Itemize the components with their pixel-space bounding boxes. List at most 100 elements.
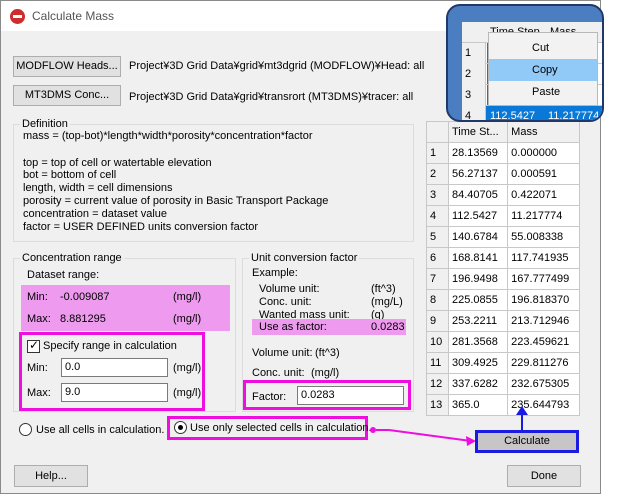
table-row[interactable]: 10 281.3568 223.459621 [426,331,580,353]
dataset-max-label: Max: [27,313,51,325]
row-number[interactable]: 7 [426,268,449,290]
time-cell[interactable]: 309.4925 [447,352,509,374]
table-row[interactable]: 8 225.0855 196.818370 [426,289,580,311]
time-cell[interactable]: 84.40705 [447,184,509,206]
row-number[interactable]: 8 [426,289,449,311]
conc-unit-label: Conc. unit: [252,367,305,379]
row-number[interactable]: 1 [426,142,449,164]
mass-cell[interactable]: 55.008338 [507,226,580,248]
max-input[interactable]: 9.0 [61,383,168,402]
time-cell[interactable]: 253.2211 [447,310,509,332]
table-row[interactable]: 13 365.0 235.644793 [426,394,580,416]
max-input-unit: (mg/l) [173,387,202,399]
context-menu: Cut Copy Paste [488,32,598,106]
table-row[interactable]: 1 28.13569 0.000000 [426,142,580,164]
mt3dms-conc-button[interactable]: MT3DMS Conc... [13,85,121,106]
row-number[interactable]: 9 [426,310,449,332]
time-cell[interactable]: 168.8141 [447,247,509,269]
row-number[interactable]: 13 [426,394,449,416]
time-cell[interactable]: 337.6282 [447,373,509,395]
factor-input[interactable]: 0.0283 [297,386,404,405]
row-number[interactable]: 10 [426,331,449,353]
row-number[interactable]: 4 [426,205,449,227]
dataset-min-unit: (mg/l) [173,291,202,303]
col-header-time[interactable]: Time St... [447,121,509,143]
results-table[interactable]: Time St... Mass 1 28.13569 0.000000 2 56.27… [426,121,580,416]
help-button[interactable]: Help... [14,465,88,487]
dataset-max-unit: (mg/l) [173,313,202,325]
time-cell[interactable]: 365.0 [447,394,509,416]
mass-cell[interactable]: 196.818370 [507,289,580,311]
time-cell[interactable]: 196.9498 [447,268,509,290]
row-number[interactable]: 12 [426,373,449,395]
modflow-path: Project¥3D Grid Data¥grid¥mt3dgrid (MODF… [129,60,425,72]
mass-cell[interactable]: 0.422071 [507,184,580,206]
mass-cell[interactable]: 0.000000 [507,142,580,164]
table-row[interactable]: 4 112.5427 11.217774 [426,205,580,227]
example-conc-unit-label: Conc. unit: [259,296,312,308]
time-cell[interactable]: 56.27137 [447,163,509,185]
row-number[interactable]: 3 [426,184,449,206]
menu-item-copy[interactable]: Copy [489,59,597,81]
all-cells-radio[interactable] [19,423,32,436]
table-row[interactable]: 2 56.27137 0.000591 [426,163,580,185]
mass-cell[interactable]: 167.777499 [507,268,580,290]
mass-cell[interactable]: 117.741935 [507,247,580,269]
example-volume-unit-value: (ft^3) [371,283,396,295]
definition-line: porosity = current value of porosity in … [23,195,329,207]
time-cell[interactable]: 28.13569 [447,142,509,164]
arrow-line [388,429,472,442]
mass-cell[interactable]: 0.000591 [507,163,580,185]
modflow-heads-button[interactable]: MODFLOW Heads... [13,56,121,77]
mass-cell[interactable]: 232.675305 [507,373,580,395]
factor-label: Factor: [252,391,287,403]
dataset-min-label: Min: [27,291,48,303]
concentration-range-title: Concentration range [20,252,124,264]
table-row[interactable]: 7 196.9498 167.777499 [426,268,580,290]
selected-cells-radio[interactable] [174,421,187,434]
mass-cell[interactable]: 223.459621 [507,331,580,353]
table-row[interactable]: 3 84.40705 0.422071 [426,184,580,206]
volume-unit-value: (ft^3) [315,347,340,359]
row-number[interactable]: 6 [426,247,449,269]
menu-item-cut[interactable]: Cut [489,37,597,59]
context-menu-callout: Time Step Mass 1 2 2 56 3 84 4 112.5427 … [446,4,604,122]
table-row[interactable]: 6 168.8141 117.741935 [426,247,580,269]
use-factor-value: 0.0283 [371,321,405,333]
time-cell[interactable]: 112.5427 [447,205,509,227]
row-number[interactable]: 2 [426,163,449,185]
all-cells-label: Use all cells in calculation. [36,424,165,436]
table-row[interactable]: 9 253.2211 213.712946 [426,310,580,332]
definition-line: bot = bottom of cell [23,169,117,181]
table-row[interactable]: 11 309.4925 229.811276 [426,352,580,374]
table-row[interactable]: 12 337.6282 232.675305 [426,373,580,395]
menu-item-paste[interactable]: Paste [489,81,597,103]
done-button[interactable]: Done [507,465,581,487]
calculate-button[interactable]: Calculate [475,430,579,453]
table-header-row: Time St... Mass [426,121,580,143]
mass-cell[interactable]: 229.811276 [507,352,580,374]
mass-cell[interactable]: 11.217774 [507,205,580,227]
table-row[interactable]: 5 140.6784 55.008338 [426,226,580,248]
mass-cell[interactable]: 213.712946 [507,310,580,332]
time-cell[interactable]: 281.3568 [447,331,509,353]
row-number[interactable]: 11 [426,352,449,374]
callout-mass-cell: 11.217774 [548,110,600,122]
callout-row-number: 2 [462,64,486,85]
mt3dms-path: Project¥3D Grid Data¥grid¥transrort (MT3… [129,91,414,103]
row-number[interactable]: 5 [426,226,449,248]
window-title: Calculate Mass [32,9,115,23]
max-input-label: Max: [27,387,51,399]
definition-line: factor = USER DEFINED units conversion f… [23,221,259,233]
min-input[interactable]: 0.0 [61,358,168,377]
definition-line: top = top of cell or watertable elevatio… [23,157,212,169]
time-cell[interactable]: 140.6784 [447,226,509,248]
col-header-mass[interactable]: Mass [507,121,580,143]
dataset-max-value: 8.881295 [60,313,106,325]
dataset-range-label: Dataset range: [27,269,100,281]
app-icon [10,9,25,24]
min-input-label: Min: [27,362,48,374]
specify-range-checkbox[interactable] [27,338,40,353]
definition-title: Definition [20,118,70,130]
time-cell[interactable]: 225.0855 [447,289,509,311]
